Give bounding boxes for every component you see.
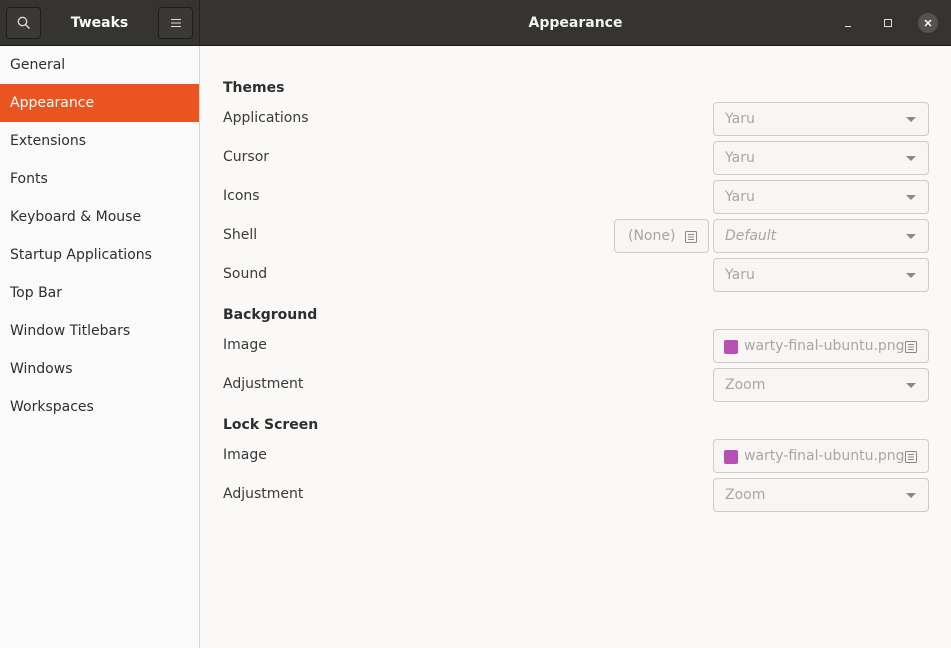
background-adjustment-label: Adjustment — [223, 376, 304, 392]
dropdown-arrow-icon — [906, 273, 916, 278]
background-image-label: Image — [223, 337, 267, 353]
header-bar: Tweaks Appearance — [0, 0, 951, 46]
shell-label: Shell — [223, 227, 258, 243]
document-icon — [905, 341, 917, 353]
background-adjustment-value: Zoom — [725, 377, 766, 393]
image-icon — [724, 340, 738, 354]
sidebar-item-appearance[interactable]: Appearance — [0, 84, 199, 122]
hamburger-menu-icon — [170, 19, 181, 27]
lock-screen-section-title: Lock Screen — [223, 417, 319, 433]
background-image-chooser[interactable]: warty-final-ubuntu.png — [713, 329, 929, 363]
lock-screen-image-chooser[interactable]: warty-final-ubuntu.png — [713, 439, 929, 473]
sidebar: General Appearance Extensions Fonts Keyb… — [0, 46, 200, 648]
applications-theme-value: Yaru — [725, 111, 755, 127]
document-icon — [685, 231, 697, 243]
maximize-button[interactable] — [878, 13, 898, 33]
document-icon — [905, 451, 917, 463]
sidebar-item-extensions[interactable]: Extensions — [0, 122, 199, 160]
minimize-icon — [845, 26, 851, 27]
sidebar-header: Tweaks — [0, 0, 200, 46]
shell-file-chooser-button[interactable]: (None) — [614, 219, 709, 253]
shell-file-value: (None) — [628, 228, 676, 244]
dropdown-arrow-icon — [906, 383, 916, 388]
dropdown-arrow-icon — [906, 117, 916, 122]
dropdown-arrow-icon — [906, 156, 916, 161]
image-icon — [724, 450, 738, 464]
sound-label: Sound — [223, 266, 268, 282]
dropdown-arrow-icon — [906, 493, 916, 498]
applications-theme-dropdown[interactable]: Yaru — [713, 102, 929, 136]
sidebar-item-general[interactable]: General — [0, 46, 199, 84]
background-section-title: Background — [223, 307, 318, 323]
menu-button[interactable] — [158, 7, 193, 39]
sidebar-item-top-bar[interactable]: Top Bar — [0, 274, 199, 312]
lock-screen-adjustment-label: Adjustment — [223, 486, 304, 502]
close-icon — [924, 19, 932, 27]
shell-theme-value: Default — [725, 228, 777, 244]
applications-label: Applications — [223, 110, 309, 126]
dropdown-arrow-icon — [906, 195, 916, 200]
sidebar-item-startup-applications[interactable]: Startup Applications — [0, 236, 199, 274]
themes-section-title: Themes — [223, 80, 285, 96]
cursor-theme-value: Yaru — [725, 150, 755, 166]
icons-label: Icons — [223, 188, 260, 204]
sidebar-item-workspaces[interactable]: Workspaces — [0, 388, 199, 426]
icons-theme-value: Yaru — [725, 189, 755, 205]
main-content: Themes Applications Yaru Cursor Yaru Ico… — [201, 46, 951, 648]
sidebar-item-fonts[interactable]: Fonts — [0, 160, 199, 198]
cursor-label: Cursor — [223, 149, 270, 165]
lock-screen-image-filename: warty-final-ubuntu.png — [744, 448, 905, 464]
maximize-icon — [884, 19, 892, 27]
shell-theme-dropdown[interactable]: Default — [713, 219, 929, 253]
search-icon — [17, 16, 30, 29]
minimize-button[interactable] — [838, 13, 858, 33]
sidebar-item-window-titlebars[interactable]: Window Titlebars — [0, 312, 199, 350]
sound-theme-dropdown[interactable]: Yaru — [713, 258, 929, 292]
icons-theme-dropdown[interactable]: Yaru — [713, 180, 929, 214]
dropdown-arrow-icon — [906, 234, 916, 239]
sidebar-item-windows[interactable]: Windows — [0, 350, 199, 388]
sidebar-item-keyboard-mouse[interactable]: Keyboard & Mouse — [0, 198, 199, 236]
lock-screen-adjustment-dropdown[interactable]: Zoom — [713, 478, 929, 512]
close-button[interactable] — [918, 13, 938, 33]
cursor-theme-dropdown[interactable]: Yaru — [713, 141, 929, 175]
lock-screen-image-label: Image — [223, 447, 267, 463]
background-adjustment-dropdown[interactable]: Zoom — [713, 368, 929, 402]
background-image-filename: warty-final-ubuntu.png — [744, 338, 905, 354]
search-button[interactable] — [6, 7, 41, 39]
app-title: Tweaks — [70, 15, 129, 31]
lock-screen-adjustment-value: Zoom — [725, 487, 766, 503]
sound-theme-value: Yaru — [725, 267, 755, 283]
